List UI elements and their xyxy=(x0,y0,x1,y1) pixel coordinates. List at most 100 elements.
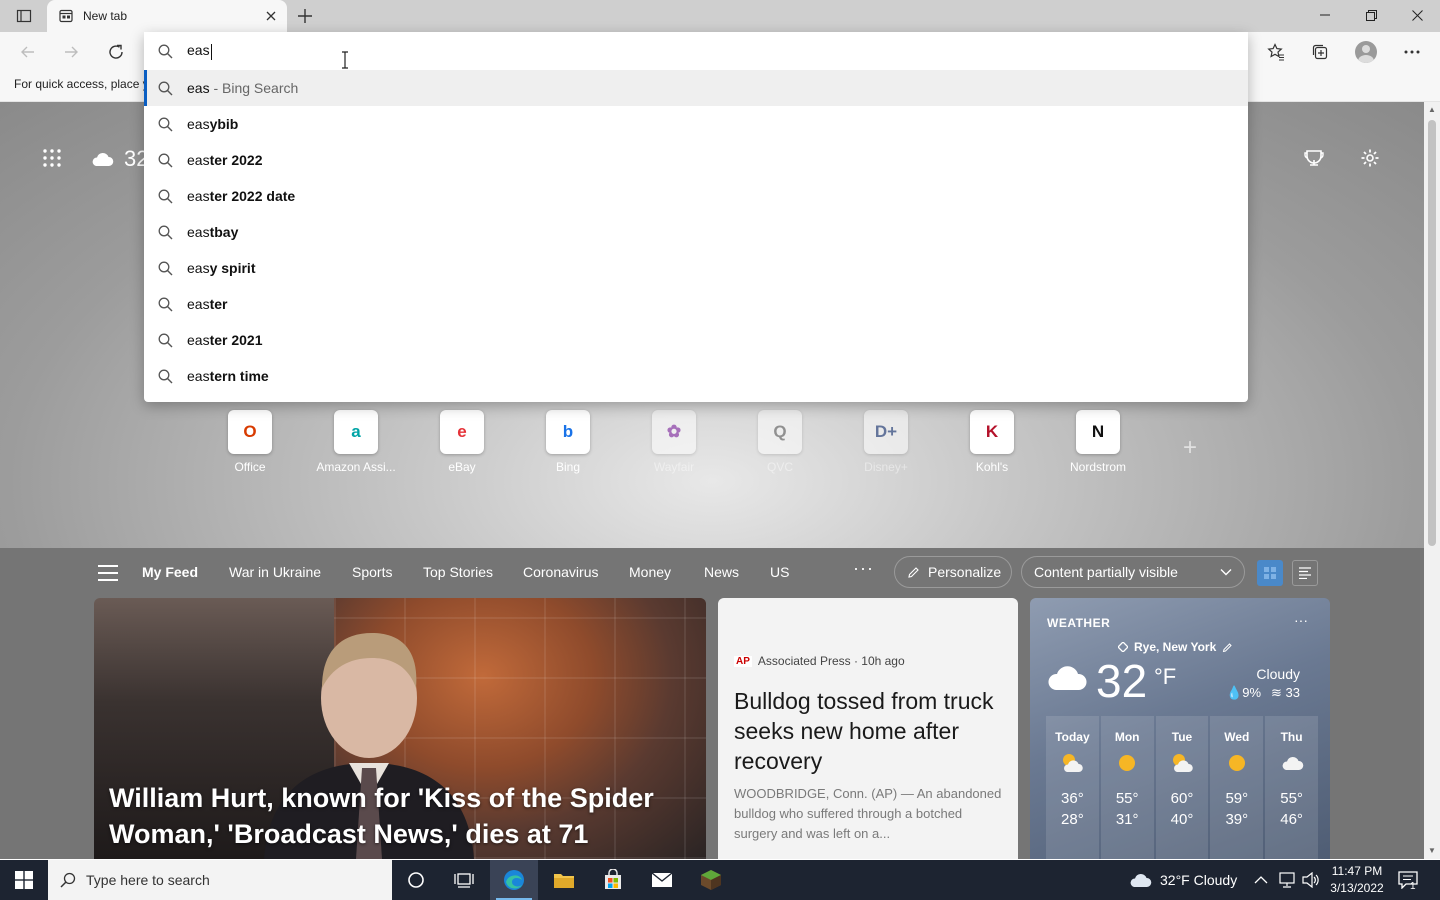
notifications-icon[interactable]: 1 xyxy=(1398,860,1418,900)
tab-actions-icon[interactable] xyxy=(8,4,40,28)
back-button[interactable] xyxy=(12,36,44,68)
forecast-day[interactable]: Tue 60° 40° xyxy=(1155,716,1209,859)
scroll-up-icon[interactable]: ▲ xyxy=(1427,105,1437,115)
suggestion-item[interactable]: easter 2021 xyxy=(144,322,1248,358)
tab-money[interactable]: Money xyxy=(629,564,671,580)
suggestion-item[interactable]: eastbay xyxy=(144,214,1248,250)
quick-link-bing[interactable]: b Bing xyxy=(526,410,610,474)
quick-link-kohls[interactable]: K Kohl's xyxy=(950,410,1034,474)
vertical-scrollbar[interactable]: ▲ ▼ xyxy=(1424,102,1440,859)
tab-new-tab[interactable]: New tab xyxy=(47,0,287,32)
forecast-day[interactable]: Thu 55° 46° xyxy=(1265,716,1318,859)
favorites-icon[interactable] xyxy=(1260,36,1292,68)
quick-link-amazon[interactable]: a Amazon Assi... xyxy=(314,410,398,474)
address-bar-input[interactable]: eas xyxy=(187,42,212,60)
tab-news[interactable]: News xyxy=(704,564,739,580)
clock-date: 3/13/2022 xyxy=(1330,881,1384,895)
suggestion-item[interactable]: easter 2022 xyxy=(144,142,1248,178)
new-tab-button[interactable] xyxy=(292,4,318,28)
search-icon xyxy=(158,333,173,347)
settings-menu-icon[interactable] xyxy=(1396,36,1428,68)
quick-link-qvc[interactable]: Q QVC xyxy=(738,410,822,474)
suggestion-item[interactable]: eas - Bing Search xyxy=(144,70,1248,106)
forecast-day[interactable]: Wed 59° 39° xyxy=(1210,716,1264,859)
forecast-high: 60° xyxy=(1170,790,1194,807)
quick-links: + O Office a Amazon Assi... e eBay b Bing ✿ Wayfa… xyxy=(208,410,1208,480)
quick-link-ebay[interactable]: e eBay xyxy=(420,410,504,474)
cloud-icon xyxy=(1048,666,1087,690)
rewards-icon[interactable] xyxy=(1300,144,1328,172)
forward-button[interactable] xyxy=(55,36,87,68)
cortana-icon[interactable] xyxy=(392,860,440,900)
quick-link-label: eBay xyxy=(448,460,476,474)
minimize-button[interactable] xyxy=(1302,0,1348,30)
hero-news-card[interactable]: William Hurt, known for 'Kiss of the Spi… xyxy=(94,598,706,859)
file-explorer-icon[interactable] xyxy=(540,860,588,900)
taskbar-weather[interactable]: 32°F Cloudy xyxy=(1128,860,1237,900)
collections-icon[interactable] xyxy=(1304,36,1336,68)
edge-taskbar-icon[interactable] xyxy=(490,860,538,900)
scrollbar-thumb[interactable] xyxy=(1428,120,1436,546)
tab-coronavirus[interactable]: Coronavirus xyxy=(523,564,598,580)
start-button[interactable] xyxy=(0,860,48,900)
add-quick-link-button[interactable]: + xyxy=(1178,434,1202,461)
forecast-day[interactable]: Today 36° 28° xyxy=(1046,716,1099,859)
mail-icon[interactable] xyxy=(638,860,686,900)
suggestion-text: eastbay xyxy=(187,224,239,240)
content-visibility-select[interactable]: Content partially visible xyxy=(1021,556,1245,588)
minecraft-icon[interactable] xyxy=(687,860,735,900)
quick-link-wayfair[interactable]: ✿ Wayfair xyxy=(632,410,716,474)
forecast-day[interactable]: Mon 55° 31° xyxy=(1100,716,1154,859)
tab-war-in-ukraine[interactable]: War in Ukraine xyxy=(229,564,321,580)
refresh-button[interactable] xyxy=(100,36,132,68)
grid-layout-icon[interactable] xyxy=(1257,560,1283,586)
suggestion-text: eastern time xyxy=(187,368,269,384)
suggestion-item[interactable]: easybib xyxy=(144,106,1248,142)
tab-my-feed[interactable]: My Feed xyxy=(142,564,198,580)
weather-location[interactable]: Rye, New York xyxy=(1118,640,1233,654)
weather-forecast: Today 36° 28° Mon 55° 31° Tue 60° 40° Wed 59° 39° Th… xyxy=(1046,716,1318,859)
forecast-low: 46° xyxy=(1280,811,1303,828)
wayfair-icon: ✿ xyxy=(652,410,696,454)
suggestion-item[interactable]: easter 2022 date xyxy=(144,178,1248,214)
app-launcher-icon[interactable] xyxy=(40,146,64,170)
hamburger-menu-icon[interactable] xyxy=(98,565,118,581)
microsoft-store-icon[interactable] xyxy=(589,860,637,900)
address-bar[interactable]: eas xyxy=(144,32,1248,70)
suggestion-item[interactable]: easter xyxy=(144,286,1248,322)
pencil-icon xyxy=(1223,642,1232,652)
hero-weather[interactable]: 32 xyxy=(90,146,148,172)
quick-link-office[interactable]: O Office xyxy=(208,410,292,474)
restore-button[interactable] xyxy=(1348,0,1394,30)
tab-top-stories[interactable]: Top Stories xyxy=(423,564,493,580)
forecast-low: 39° xyxy=(1225,811,1249,828)
personalize-button[interactable]: Personalize xyxy=(894,556,1012,588)
list-layout-icon[interactable] xyxy=(1292,560,1318,586)
close-window-button[interactable] xyxy=(1394,0,1440,30)
suggestion-item[interactable]: eastern time xyxy=(144,358,1248,394)
tab-us[interactable]: US xyxy=(770,564,789,580)
scroll-down-icon[interactable]: ▼ xyxy=(1427,846,1437,856)
tab-sports[interactable]: Sports xyxy=(352,564,392,580)
quick-link-nordstrom[interactable]: N Nordstrom xyxy=(1056,410,1140,474)
taskbar-search-box[interactable]: Type here to search xyxy=(48,860,392,900)
task-view-icon[interactable] xyxy=(440,860,488,900)
show-hidden-icons[interactable] xyxy=(1254,860,1268,900)
page-settings-icon[interactable] xyxy=(1356,144,1384,172)
weather-more-icon[interactable]: ··· xyxy=(1294,612,1308,628)
quick-link-disney[interactable]: D+ Disney+ xyxy=(844,410,928,474)
suggestion-item[interactable]: easy spirit xyxy=(144,250,1248,286)
close-tab-icon[interactable] xyxy=(263,8,279,24)
forecast-day-label: Today xyxy=(1055,730,1090,744)
forecast-low: 40° xyxy=(1170,811,1194,828)
network-icon[interactable] xyxy=(1278,860,1296,900)
amazon-icon: a xyxy=(334,410,378,454)
more-tabs-icon[interactable]: ··· xyxy=(853,558,874,579)
volume-icon[interactable] xyxy=(1302,860,1320,900)
news-card[interactable]: AP Associated Press · 10h ago Bulldog to… xyxy=(718,598,1018,859)
weather-card[interactable]: WEATHER ··· Rye, New York 32 °F Cloudy 💧… xyxy=(1030,598,1330,859)
taskbar-clock[interactable]: 11:47 PM 3/13/2022 xyxy=(1326,863,1388,897)
news-snippet: WOODBRIDGE, Conn. (AP) — An abandoned bu… xyxy=(734,786,1002,841)
profile-avatar[interactable] xyxy=(1350,36,1382,68)
text-cursor-icon xyxy=(342,51,348,69)
